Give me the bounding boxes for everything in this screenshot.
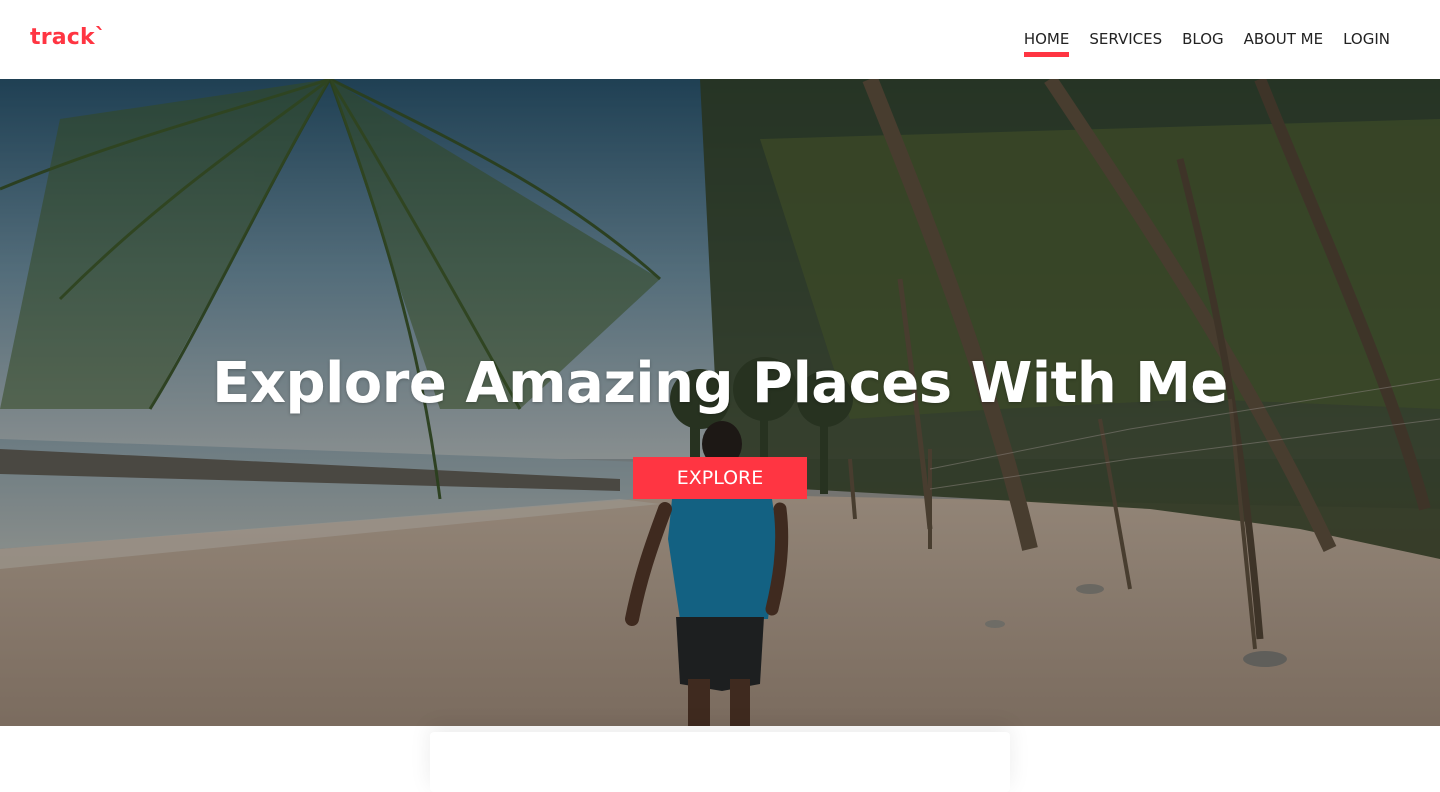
nav-item-home[interactable]: HOME: [1023, 30, 1069, 57]
hero-section: Explore Amazing Places With Me EXPLORE: [0, 79, 1440, 726]
top-navbar: track` HOME SERVICES BLOG ABOUT ME LOGIN: [0, 0, 1440, 79]
content-card: [430, 732, 1010, 792]
main-nav: HOME SERVICES BLOG ABOUT ME LOGIN: [1023, 30, 1390, 57]
below-hero-section: [0, 726, 1440, 792]
hero-title: Explore Amazing Places With Me: [212, 351, 1228, 416]
nav-item-services[interactable]: SERVICES: [1089, 30, 1162, 48]
nav-item-login[interactable]: LOGIN: [1343, 30, 1390, 48]
nav-item-about-me[interactable]: ABOUT ME: [1244, 30, 1323, 48]
brand-logo[interactable]: track`: [30, 25, 106, 50]
nav-item-blog[interactable]: BLOG: [1182, 30, 1224, 48]
explore-button[interactable]: EXPLORE: [633, 457, 807, 499]
